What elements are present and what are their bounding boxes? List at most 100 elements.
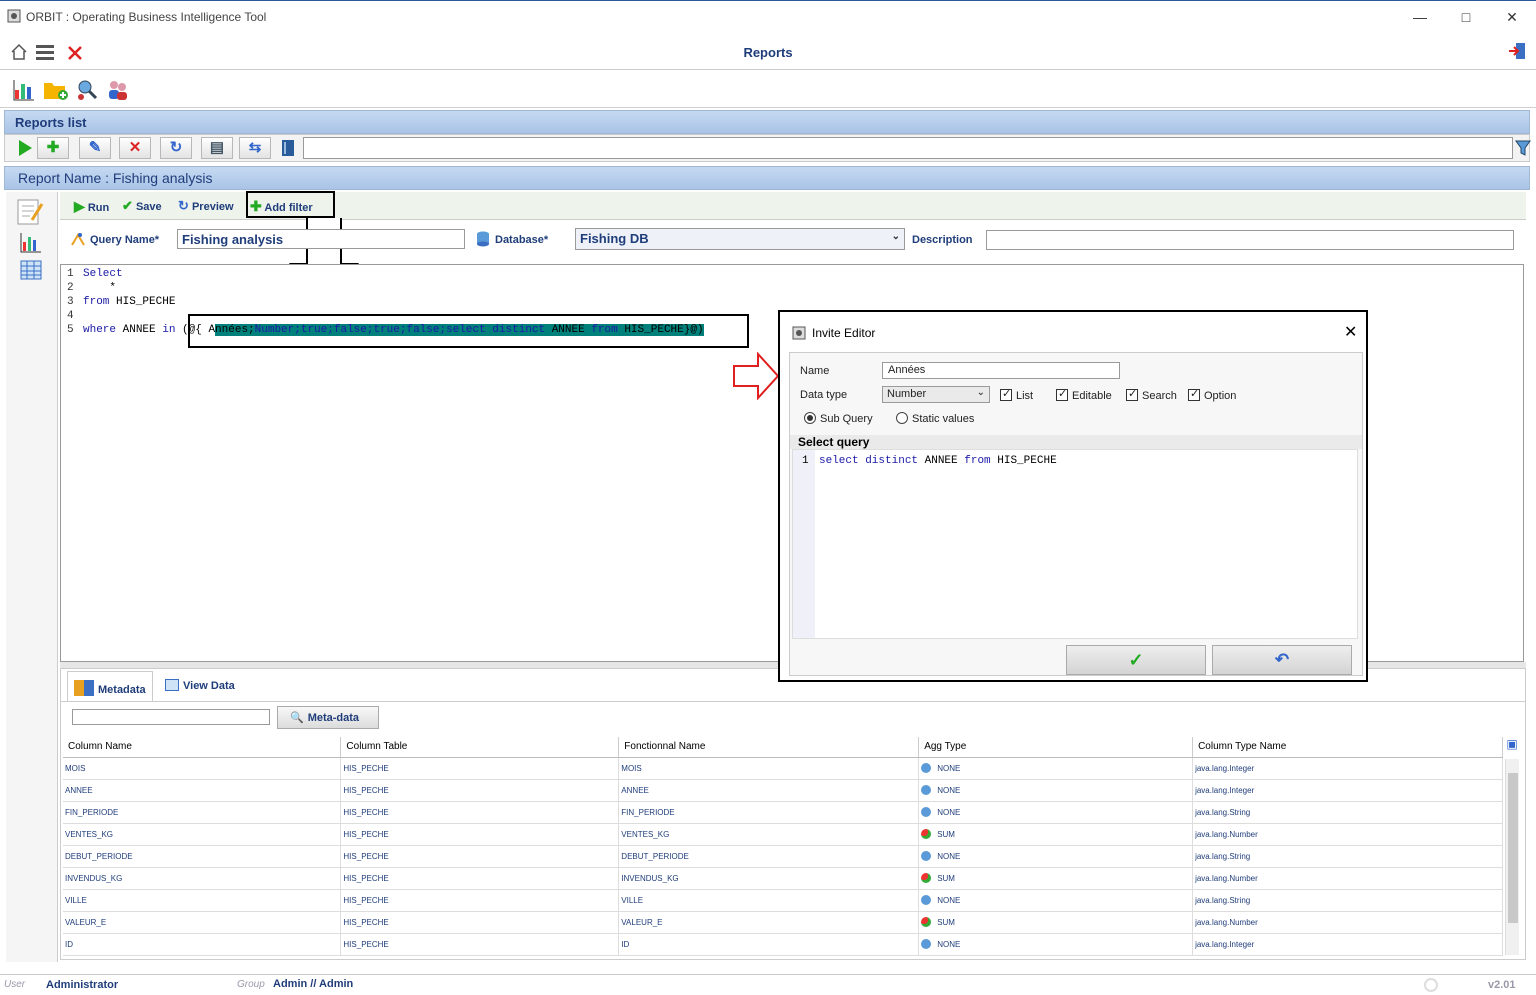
tab-view-data[interactable]: View Data xyxy=(159,671,241,701)
scrollbar-thumb[interactable] xyxy=(1508,773,1518,923)
window-title: ORBIT : Operating Business Intelligence … xyxy=(26,10,267,24)
table-row[interactable]: MOIS HIS_PECHE MOIS NONE java.lang.Integer xyxy=(63,757,1503,780)
exit-icon[interactable] xyxy=(1508,42,1526,60)
delete-report-button[interactable]: ✕ xyxy=(119,137,151,159)
table-tab-icon[interactable] xyxy=(20,260,42,280)
table-cell: VENTES_KG xyxy=(618,823,920,846)
column-header[interactable]: Column Name xyxy=(63,737,342,758)
table-row[interactable]: VENTES_KG HIS_PECHE VENTES_KG SUM java.lang.… xyxy=(63,823,1503,846)
home-icon[interactable] xyxy=(9,42,29,62)
checkbox-icon xyxy=(1056,387,1068,401)
column-header[interactable]: Agg Type xyxy=(918,737,1194,758)
table-row[interactable]: ID HIS_PECHE ID NONE java.lang.Integer xyxy=(63,933,1503,956)
maximize-button[interactable]: □ xyxy=(1444,5,1488,29)
search-checkbox[interactable]: Search xyxy=(1126,387,1177,402)
database-select-value: Fishing DB xyxy=(580,231,649,246)
data-type-value: Number xyxy=(887,388,927,400)
data-type-select[interactable]: Number ⌄ xyxy=(882,386,990,403)
select-query-label: Select query xyxy=(798,435,870,449)
table-cell: VENTES_KG xyxy=(63,823,342,846)
option-checkbox[interactable]: Option xyxy=(1188,387,1236,402)
table-cell: VILLE xyxy=(63,889,342,912)
copy-button[interactable]: ▤ xyxy=(201,137,233,159)
column-chooser-icon[interactable]: ▣ xyxy=(1503,737,1521,757)
menu-icon[interactable] xyxy=(36,44,54,60)
table-row[interactable]: FIN_PERIODE HIS_PECHE FIN_PERIODE NONE java.… xyxy=(63,801,1503,824)
close-window-button[interactable]: ✕ xyxy=(1490,5,1534,29)
app-header: Reports xyxy=(0,36,1536,70)
table-cell: MOIS xyxy=(63,757,342,780)
table-cell: DEBUT_PERIODE xyxy=(63,845,342,868)
run-icon[interactable] xyxy=(17,139,33,157)
editable-checkbox[interactable]: Editable xyxy=(1056,387,1112,402)
check-icon: ✓ xyxy=(1128,650,1144,670)
grid-icon xyxy=(165,679,179,691)
table-cell: java.lang.Number xyxy=(1192,911,1503,934)
table-row[interactable]: DEBUT_PERIODE HIS_PECHE DEBUT_PERIODE NONE j… xyxy=(63,845,1503,868)
metadata-table: Column Name Column Table Fonctionnal Nam… xyxy=(63,737,1503,956)
undo-icon: ↶ xyxy=(1274,650,1290,669)
window-titlebar: ORBIT : Operating Business Intelligence … xyxy=(0,0,1536,34)
select-query-editor[interactable]: 1 select distinct ANNEE from HIS_PECHE xyxy=(792,449,1358,639)
table-cell: MOIS xyxy=(618,757,920,780)
data-type-label: Data type xyxy=(800,389,848,401)
list-checkbox[interactable]: List xyxy=(1000,387,1033,402)
static-values-radio[interactable]: Static values xyxy=(896,412,974,425)
run-button[interactable]: ▶ Run xyxy=(74,198,109,215)
none-agg-icon xyxy=(921,895,932,905)
table-cell: java.lang.Number xyxy=(1192,867,1503,890)
table-row[interactable]: VILLE HIS_PECHE VILLE NONE java.lang.String xyxy=(63,889,1503,912)
sub-query-radio[interactable]: Sub Query xyxy=(804,412,873,425)
sum-agg-icon xyxy=(921,917,932,927)
export-button[interactable]: ⇆ xyxy=(239,137,271,159)
metadata-button[interactable]: 🔍 Meta-data xyxy=(277,706,379,729)
table-cell: INVENDUS_KG xyxy=(618,867,920,890)
invite-name-input[interactable]: Années xyxy=(882,362,1120,379)
add-filter-highlight-box xyxy=(246,191,335,218)
undo-button[interactable]: ↶ xyxy=(1212,645,1352,675)
table-cell: NONE xyxy=(918,933,1194,956)
page-title: Reports xyxy=(743,45,793,60)
refresh-button[interactable]: ↻ xyxy=(160,137,192,159)
table-cell: HIS_PECHE xyxy=(340,757,620,780)
checkbox-icon xyxy=(1126,387,1138,401)
chart-icon[interactable] xyxy=(12,78,36,102)
table-row[interactable]: INVENDUS_KG HIS_PECHE INVENDUS_KG SUM java.l… xyxy=(63,867,1503,890)
status-bar: User Administrator Group Admin // Admin … xyxy=(0,974,1536,995)
reports-filter-input[interactable] xyxy=(303,137,1513,159)
users-icon[interactable] xyxy=(106,78,130,102)
table-row[interactable]: VALEUR_E HIS_PECHE VALEUR_E SUM java.lang.Nu… xyxy=(63,911,1503,934)
book-icon[interactable] xyxy=(281,139,295,157)
preview-button[interactable]: ↻ Preview xyxy=(178,198,234,214)
save-button[interactable]: ✔ Save xyxy=(122,198,162,214)
chart-tab-icon[interactable] xyxy=(20,232,42,254)
add-report-button[interactable]: ✚ xyxy=(37,137,69,159)
column-header[interactable]: Column Table xyxy=(340,737,620,758)
folder-add-icon[interactable] xyxy=(43,78,69,102)
column-header[interactable]: Fonctionnal Name xyxy=(618,737,920,758)
description-input[interactable] xyxy=(986,230,1514,250)
table-cell: HIS_PECHE xyxy=(340,801,620,824)
metadata-search-input[interactable] xyxy=(72,709,270,725)
table-cell: ID xyxy=(63,933,342,956)
minimize-button[interactable]: — xyxy=(1398,5,1442,29)
column-header[interactable]: Column Type Name xyxy=(1192,737,1503,758)
table-cell: HIS_PECHE xyxy=(340,933,620,956)
chevron-down-icon: ⌄ xyxy=(976,387,985,398)
line-number: 3 xyxy=(67,296,74,308)
filter-icon[interactable] xyxy=(1515,139,1531,157)
dialog-close-button[interactable]: ✕ xyxy=(1344,322,1357,342)
description-label: Description xyxy=(912,234,973,246)
confirm-button[interactable]: ✓ xyxy=(1066,645,1206,675)
table-row[interactable]: ANNEE HIS_PECHE ANNEE NONE java.lang.Integer xyxy=(63,779,1503,802)
right-arrow-annotation xyxy=(733,352,780,400)
edit-report-button[interactable]: ✎ xyxy=(79,137,111,159)
tab-metadata[interactable]: Metadata xyxy=(67,671,153,701)
vertical-scrollbar[interactable] xyxy=(1505,759,1519,955)
query-name-input[interactable]: Fishing analysis xyxy=(177,229,465,249)
database-select[interactable]: Fishing DB ⌄ xyxy=(575,228,905,250)
none-agg-icon xyxy=(921,807,932,817)
search-users-icon[interactable] xyxy=(75,78,99,102)
query-editor-tab-icon[interactable] xyxy=(14,196,46,228)
close-icon[interactable] xyxy=(67,45,83,61)
